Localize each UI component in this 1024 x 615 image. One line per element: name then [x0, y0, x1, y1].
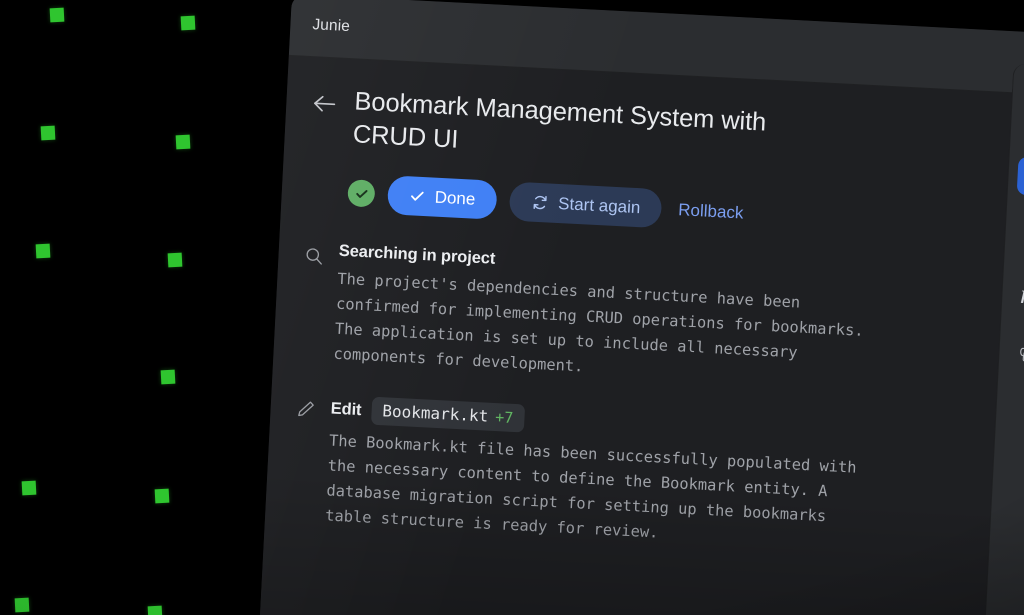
file-chip[interactable]: Bookmark.kt +7 — [370, 396, 525, 433]
task-actions: Done Start again Rollback — [347, 173, 972, 244]
desktop-square — [35, 243, 51, 259]
desktop-square — [154, 488, 170, 504]
database-button[interactable] — [1013, 216, 1024, 256]
app-title: Junie — [312, 16, 351, 36]
maven-button[interactable]: m — [1010, 274, 1024, 314]
screen: Junie Bookmark Management System with CR… — [0, 0, 1024, 615]
desktop-square — [175, 134, 191, 150]
search-icon — [302, 244, 325, 267]
done-button[interactable]: Done — [386, 175, 498, 221]
status-badge — [347, 179, 376, 208]
rollback-link[interactable]: Rollback — [674, 200, 748, 224]
desktop-square — [49, 7, 65, 23]
check-icon — [411, 191, 424, 201]
desktop-square — [21, 480, 37, 496]
added-lines-count: +7 — [494, 408, 514, 428]
done-button-label: Done — [434, 187, 476, 209]
python-icon — [1019, 344, 1024, 363]
pencil-icon — [294, 397, 317, 420]
step-item: Edit Bookmark.kt +7 The Bookmark.kt file… — [289, 393, 961, 561]
junie-panel: Bookmark Management System with CRUD UI … — [258, 55, 1012, 615]
step-title: Edit — [330, 399, 362, 419]
arrow-left-icon — [314, 95, 336, 112]
desktop-square — [167, 252, 183, 268]
back-button[interactable] — [310, 89, 339, 118]
desktop-square — [40, 125, 56, 141]
step-description: The project's dependencies and structure… — [333, 270, 865, 376]
notifications-button[interactable] — [1019, 98, 1024, 138]
maven-icon: m — [1019, 278, 1024, 310]
desktop-square — [147, 605, 163, 615]
step-list: Searching in project The project's depen… — [289, 240, 969, 561]
check-circle-icon — [355, 189, 368, 198]
start-again-button[interactable]: Start again — [508, 181, 663, 229]
junie-button[interactable] — [1016, 156, 1024, 197]
desktop-square — [160, 369, 176, 385]
python-button[interactable] — [1007, 333, 1024, 373]
start-again-button-label: Start again — [557, 193, 641, 217]
page-title: Bookmark Management System with CRUD UI — [352, 87, 767, 154]
refresh-icon — [533, 196, 547, 210]
file-name: Bookmark.kt — [381, 401, 489, 426]
step-title: Searching in project — [338, 242, 496, 269]
step-item: Searching in project The project's depen… — [297, 240, 969, 399]
desktop-square — [14, 597, 30, 613]
ide-window: Junie Bookmark Management System with CR… — [258, 0, 1024, 615]
step-description: The Bookmark.kt file has been successful… — [324, 431, 858, 542]
desktop-square — [180, 15, 196, 31]
task-header: Bookmark Management System with CRUD UI — [308, 83, 977, 183]
